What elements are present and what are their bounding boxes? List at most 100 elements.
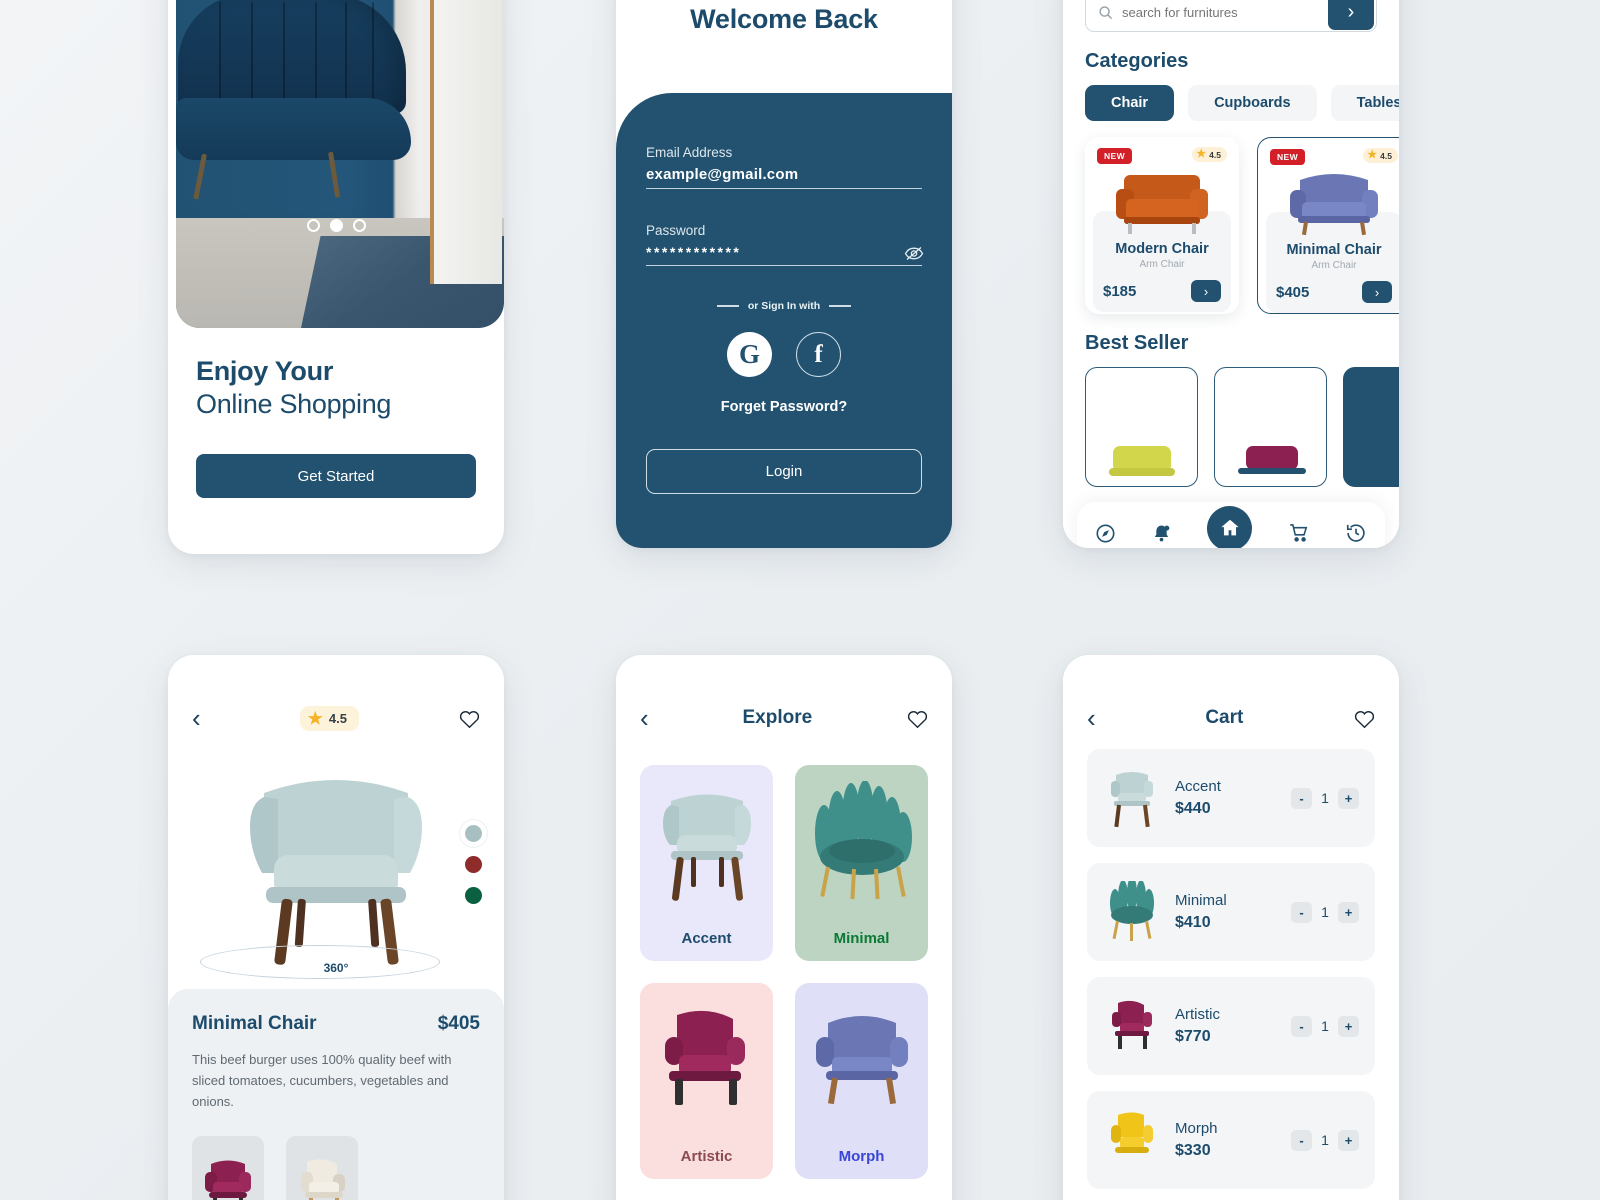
email-input[interactable]: example@gmail.com <box>646 166 798 183</box>
quantity-value: 1 <box>1321 904 1329 920</box>
increase-quantity-button[interactable]: + <box>1338 787 1359 809</box>
product-name: Modern Chair <box>1115 241 1209 257</box>
history-icon[interactable] <box>1345 522 1367 544</box>
cart-item-name: Minimal <box>1175 892 1227 909</box>
cart-item-name: Accent <box>1175 778 1221 795</box>
best-seller-card[interactable] <box>1085 367 1198 487</box>
cart-item[interactable]: Accent $440 - 1 + <box>1087 749 1375 847</box>
carousel-dots[interactable] <box>168 219 504 232</box>
rating-badge: ★ 4.5 <box>1192 147 1227 162</box>
product-price: $185 <box>1103 282 1137 300</box>
search-submit-button[interactable]: › <box>1328 0 1374 30</box>
back-button[interactable]: ‹ <box>640 705 649 731</box>
explore-card-artistic[interactable]: Artistic <box>640 983 773 1179</box>
category-chip-tables[interactable]: Tables <box>1330 85 1399 121</box>
favorite-icon[interactable] <box>458 708 480 729</box>
quantity-stepper: - 1 + <box>1291 1015 1359 1037</box>
favorite-icon[interactable] <box>906 708 928 729</box>
increase-quantity-button[interactable]: + <box>1338 1015 1359 1037</box>
password-input[interactable]: ************ <box>646 244 741 260</box>
best-seller-card[interactable] <box>1214 367 1327 487</box>
home-icon[interactable] <box>1207 505 1253 548</box>
hero-room-image <box>176 0 504 328</box>
facebook-login-button[interactable]: f <box>796 332 841 377</box>
product-title: Minimal Chair <box>192 1013 317 1034</box>
cart-item[interactable]: Artistic $770 - 1 + <box>1087 977 1375 1075</box>
category-chip-list: Chair Cupboards Tables <box>1085 85 1399 121</box>
cart-item[interactable]: Minimal $410 - 1 + <box>1087 863 1375 961</box>
decrease-quantity-button[interactable]: - <box>1291 901 1312 923</box>
color-swatch-light-sage[interactable] <box>460 820 487 847</box>
carousel-dot[interactable] <box>306 219 320 232</box>
product-stage: 360° <box>168 731 504 989</box>
password-label: Password <box>646 223 706 238</box>
increase-quantity-button[interactable]: + <box>1338 901 1359 923</box>
decrease-quantity-button[interactable]: - <box>1291 787 1312 809</box>
quantity-stepper: - 1 + <box>1291 901 1359 923</box>
decrease-quantity-button[interactable]: - <box>1291 1129 1312 1151</box>
quantity-stepper: - 1 + <box>1291 1129 1359 1151</box>
rating-badge: ★ 4.5 <box>299 705 359 731</box>
login-panel: Email Address example@gmail.com Password… <box>616 93 952 548</box>
screen-explore: ‹ Explore Accent Minimal Artistic Morph <box>616 655 952 1200</box>
rating-value: 4.5 <box>1209 149 1221 160</box>
decrease-quantity-button[interactable]: - <box>1291 1015 1312 1037</box>
eye-off-icon[interactable] <box>904 246 924 260</box>
onboarding-hero <box>168 0 504 328</box>
quantity-value: 1 <box>1321 1132 1329 1148</box>
product-card[interactable]: NEW ★ 4.5 <box>1085 137 1239 314</box>
forget-password-link[interactable]: Forget Password? <box>646 399 922 415</box>
google-login-button[interactable]: G <box>727 332 772 377</box>
explore-card-accent[interactable]: Accent <box>640 765 773 961</box>
product-description: This beef burger uses 100% quality beef … <box>192 1052 452 1110</box>
carousel-dot[interactable] <box>352 219 366 232</box>
cart-item-name: Morph <box>1175 1120 1218 1137</box>
login-title: Welcome Back <box>690 4 878 34</box>
product-price: $405 <box>437 1013 480 1034</box>
cart-item[interactable]: Morph $330 - 1 + <box>1087 1091 1375 1189</box>
best-seller-card[interactable] <box>1343 367 1399 487</box>
favorite-icon[interactable] <box>1353 708 1375 729</box>
password-field-group: Password ************ <box>646 223 924 266</box>
rating-value: 4.5 <box>1380 150 1392 161</box>
social-login-row: G f <box>646 332 922 377</box>
divider-label: or Sign In with <box>747 300 821 312</box>
star-icon: ★ <box>1196 148 1207 160</box>
explore-grid: Accent Minimal Artistic Morph <box>640 765 928 1200</box>
screen-product-detail: ‹ ★ 4.5 360° Minimal Chair $405 This bee… <box>168 655 504 1200</box>
increase-quantity-button[interactable]: + <box>1338 1129 1359 1151</box>
product-price: $405 <box>1276 283 1310 301</box>
color-swatch-dark-green[interactable] <box>465 887 482 904</box>
cart-item-name: Artistic <box>1175 1006 1220 1023</box>
login-button[interactable]: Login <box>646 449 922 494</box>
cart-icon[interactable] <box>1288 522 1310 544</box>
back-button[interactable]: ‹ <box>1087 705 1096 731</box>
category-chip-cupboards[interactable]: Cupboards <box>1188 85 1317 121</box>
mockup-canvas: Enjoy Your Online Shopping Get Started W… <box>0 0 1600 1200</box>
product-detail-arrow-button[interactable]: › <box>1362 281 1392 303</box>
category-chip-chair[interactable]: Chair <box>1085 85 1175 121</box>
rotate-360-label[interactable]: 360° <box>168 961 504 975</box>
onboarding-title-line2: Online Shopping <box>196 389 392 419</box>
explore-card-minimal[interactable]: Minimal <box>795 765 928 961</box>
thumbnail-burgundy-armchair[interactable] <box>192 1136 264 1200</box>
explore-card-morph[interactable]: Morph <box>795 983 928 1179</box>
get-started-button[interactable]: Get Started <box>196 454 476 498</box>
carousel-dot-active[interactable] <box>329 219 343 232</box>
compass-icon[interactable] <box>1095 523 1116 544</box>
chair-image <box>640 765 773 922</box>
hero-mirror <box>429 0 502 284</box>
search-input[interactable] <box>1113 4 1328 20</box>
color-swatch-dark-red[interactable] <box>465 856 482 873</box>
page-title: Explore <box>742 707 813 728</box>
back-button[interactable]: ‹ <box>192 705 201 731</box>
product-card[interactable]: NEW ★ 4.5 <box>1257 137 1399 314</box>
thumbnail-cream-armchair[interactable] <box>286 1136 358 1200</box>
quantity-value: 1 <box>1321 790 1329 806</box>
product-detail-arrow-button[interactable]: › <box>1191 280 1221 302</box>
search-bar[interactable]: › <box>1085 0 1377 32</box>
bell-icon[interactable] <box>1151 523 1172 544</box>
explore-card-label: Accent <box>681 930 732 947</box>
best-seller-list <box>1085 367 1399 487</box>
detail-info-panel: Minimal Chair $405 This beef burger uses… <box>168 989 504 1200</box>
